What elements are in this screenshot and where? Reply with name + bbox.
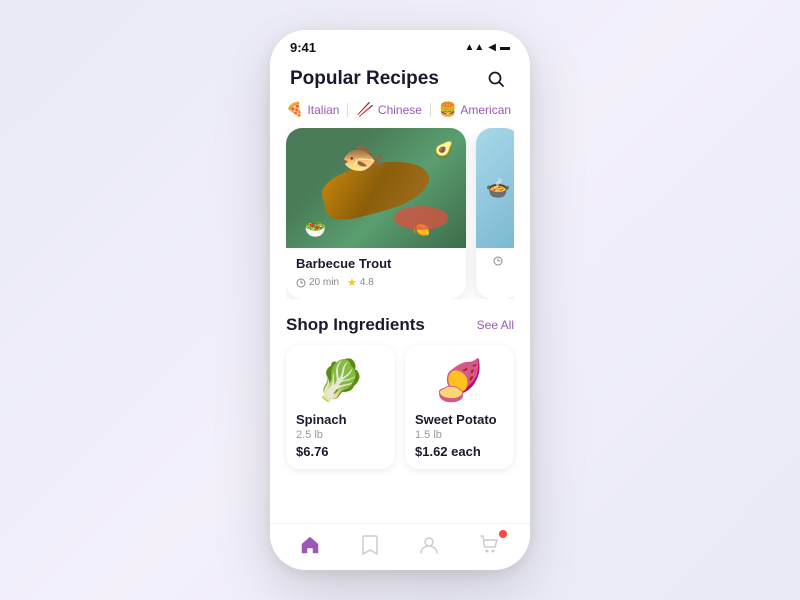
- signal-icon: ▲▲: [465, 42, 485, 53]
- recipe-card-barbecue-trout[interactable]: 🐟 🥗 🥑 🍋 Barbecue Trout: [286, 128, 466, 299]
- recipe-rating: ★ 4.8: [347, 276, 374, 289]
- category-tabs: 🍕 Italian 🥢 Chinese 🍔 American: [270, 101, 530, 128]
- bookmark-icon: [360, 534, 380, 556]
- ingredients-grid: 🥬 Spinach 2.5 lb $6.76 🍠 Sweet Potato 1.…: [286, 345, 514, 469]
- american-label: American: [460, 103, 511, 117]
- page-title: Popular Recipes: [290, 68, 439, 90]
- ingredient-spinach[interactable]: 🥬 Spinach 2.5 lb $6.76: [286, 345, 395, 469]
- recipes-scroll: 🐟 🥗 🥑 🍋 Barbecue Trout: [286, 128, 514, 299]
- status-time: 9:41: [290, 40, 316, 55]
- recipe-time-value: 20 min: [309, 277, 339, 288]
- spinach-image-area: 🥬: [296, 357, 385, 404]
- sweet-potato-emoji: 🍠: [435, 357, 485, 404]
- clock-icon: [296, 278, 306, 288]
- category-divider-1: [347, 103, 348, 117]
- header: Popular Recipes: [270, 59, 530, 101]
- ingredient-sweet-potato[interactable]: 🍠 Sweet Potato 1.5 lb $1.62 each: [405, 345, 514, 469]
- star-icon: ★: [347, 276, 357, 289]
- recipe-card-partial[interactable]: 🍲: [476, 128, 514, 299]
- recipe-info-barbecue-trout: Barbecue Trout 20 min ★ 4.8: [286, 248, 466, 299]
- status-icons: ▲▲ ◀ ▬: [465, 42, 511, 53]
- nav-profile[interactable]: [418, 534, 440, 556]
- phone-frame: 9:41 ▲▲ ◀ ▬ Popular Recipes 🍕 Italian 🥢 …: [270, 30, 530, 570]
- nav-bookmark[interactable]: [360, 534, 380, 556]
- italian-label: Italian: [307, 103, 339, 117]
- partial-card-meta: [476, 248, 514, 276]
- category-american[interactable]: 🍔 American: [439, 101, 511, 118]
- status-bar: 9:41 ▲▲ ◀ ▬: [270, 30, 530, 59]
- sweet-potato-price: $1.62 each: [415, 444, 481, 459]
- spinach-price: $6.76: [296, 444, 329, 459]
- search-button[interactable]: [482, 65, 510, 93]
- chinese-label: Chinese: [378, 103, 422, 117]
- nav-cart[interactable]: [479, 534, 501, 556]
- cart-icon: [479, 534, 501, 556]
- recipe-rating-value: 4.8: [360, 277, 374, 288]
- category-italian[interactable]: 🍕 Italian: [286, 101, 339, 118]
- category-divider-2: [430, 103, 431, 117]
- shop-section: Shop Ingredients See All 🥬 Spinach 2.5 l…: [270, 305, 530, 523]
- cart-badge: [499, 530, 507, 538]
- see-all-button[interactable]: See All: [477, 318, 514, 332]
- recipes-section: 🐟 🥗 🥑 🍋 Barbecue Trout: [270, 128, 530, 305]
- sweet-potato-weight: 1.5 lb: [415, 429, 442, 441]
- shop-title: Shop Ingredients: [286, 315, 425, 335]
- nav-home[interactable]: [299, 534, 321, 556]
- chinese-icon: 🥢: [356, 101, 373, 118]
- recipe-meta-barbecue-trout: 20 min ★ 4.8: [296, 276, 456, 289]
- shop-header: Shop Ingredients See All: [286, 315, 514, 335]
- partial-clock-icon: [493, 256, 503, 266]
- wifi-icon: ◀: [488, 42, 496, 53]
- sweet-potato-name: Sweet Potato: [415, 412, 497, 427]
- profile-icon: [418, 534, 440, 556]
- spinach-name: Spinach: [296, 412, 347, 427]
- bottom-nav: [270, 523, 530, 570]
- sweet-potato-image-area: 🍠: [415, 357, 504, 404]
- recipe-name-barbecue-trout: Barbecue Trout: [296, 256, 456, 271]
- spinach-emoji: 🥬: [316, 357, 366, 404]
- recipe-time: 20 min: [296, 277, 339, 288]
- american-icon: 🍔: [439, 101, 456, 118]
- recipe-image-partial: 🍲: [476, 128, 514, 248]
- italian-icon: 🍕: [286, 101, 303, 118]
- recipe-image-barbecue-trout: 🐟 🥗 🥑 🍋: [286, 128, 466, 248]
- battery-icon: ▬: [500, 42, 510, 53]
- spinach-weight: 2.5 lb: [296, 429, 323, 441]
- category-chinese[interactable]: 🥢 Chinese: [356, 101, 421, 118]
- home-icon: [299, 534, 321, 556]
